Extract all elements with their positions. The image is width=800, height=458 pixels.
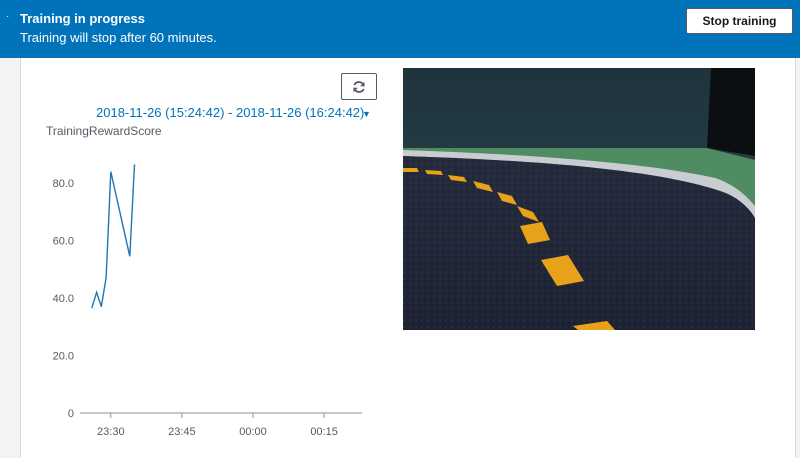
track-camera-view [403, 68, 755, 330]
y-tick-label: 20.0 [53, 351, 74, 363]
y-tick-label: 40.0 [53, 293, 74, 305]
x-tick-label: 23:30 [97, 426, 125, 438]
x-tick-label: 23:45 [168, 426, 196, 438]
y-tick-label: 80.0 [53, 178, 74, 190]
series-line [91, 164, 136, 309]
reward-chart: 0 20.0 40.0 60.0 80.0 23:30 23:45 00:00 00:15 [53, 164, 362, 438]
track-scene [403, 68, 755, 330]
y-tick-label: 60.0 [53, 236, 74, 248]
stop-training-button[interactable]: Stop training [686, 8, 793, 34]
x-tick-label: 00:00 [239, 426, 267, 438]
x-tick-label: 00:15 [310, 426, 338, 438]
y-tick-label: 0 [68, 408, 74, 420]
